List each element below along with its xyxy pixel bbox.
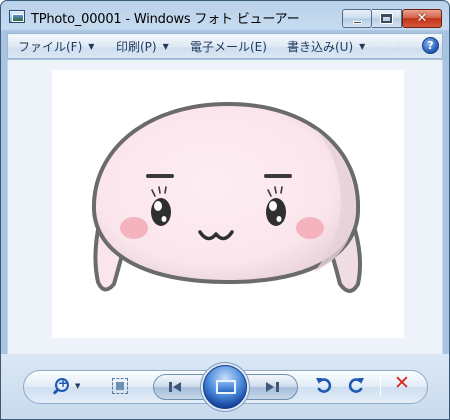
title-bar[interactable]: TPhoto_00001 - Windows フォト ビューアー ✕ [1,1,449,31]
actual-size-button[interactable] [112,378,128,394]
minimize-button[interactable] [342,9,372,28]
delete-icon: ✕ [394,372,410,394]
next-icon-bar [276,382,279,392]
slideshow-button[interactable] [203,365,247,409]
next-button[interactable] [261,379,283,395]
help-icon[interactable]: ? [422,37,439,54]
menu-email-label: 電子メール(E) [190,40,267,54]
app-icon[interactable] [9,10,25,23]
minimize-icon [353,21,362,24]
menu-file[interactable]: ファイル(F) ▼ [18,38,94,55]
slideshow-icon [216,380,236,394]
rotate-counterclockwise-icon [316,378,332,393]
previous-button[interactable] [166,379,188,395]
rotate-clockwise-button[interactable] [346,375,366,395]
menu-print[interactable]: 印刷(P) ▼ [116,38,169,55]
rotate-counterclockwise-button[interactable] [314,375,334,395]
close-button[interactable]: ✕ [402,9,442,28]
maximize-button[interactable] [372,9,402,28]
command-bar: ファイル(F) ▼ 印刷(P) ▼ 電子メール(E) 書き込み(U) ▼ » ? [7,33,443,59]
rotate-clockwise-icon [348,378,364,393]
previous-icon [173,382,181,392]
displayed-photo [52,70,404,338]
zoom-handle [52,388,60,395]
menu-print-label: 印刷(P) [116,40,157,54]
left-cheek [120,217,148,239]
zoom-button[interactable]: ▼ [52,376,83,398]
maximize-icon [381,14,392,23]
menu-burn-label: 書き込み(U) [287,40,354,54]
chevron-down-icon: ▼ [75,382,81,390]
close-icon: ✕ [416,11,428,26]
chevron-down-icon: ▼ [88,42,95,51]
chevron-down-icon: ▼ [162,42,169,51]
previous-icon-bar [169,382,172,392]
image-viewer-area[interactable] [7,60,443,354]
delete-button[interactable]: ✕ [392,372,412,395]
menu-burn[interactable]: 書き込み(U) ▼ [287,38,365,55]
menu-file-label: ファイル(F) [18,40,83,54]
blob-body [91,101,361,285]
menu-email[interactable]: 電子メール(E) [190,38,267,55]
right-cheek [296,217,324,239]
overflow-chevron-icon[interactable]: » [396,38,403,52]
chevron-down-icon: ▼ [359,42,366,51]
right-eye [266,198,286,226]
blob-character-image [91,101,362,293]
window-title: TPhoto_00001 - Windows フォト ビューアー [31,12,300,27]
photo-viewer-window: TPhoto_00001 - Windows フォト ビューアー ✕ ファイル(… [0,0,450,420]
next-icon [266,382,274,392]
left-eye [151,198,171,226]
toolbar-divider [380,376,381,396]
